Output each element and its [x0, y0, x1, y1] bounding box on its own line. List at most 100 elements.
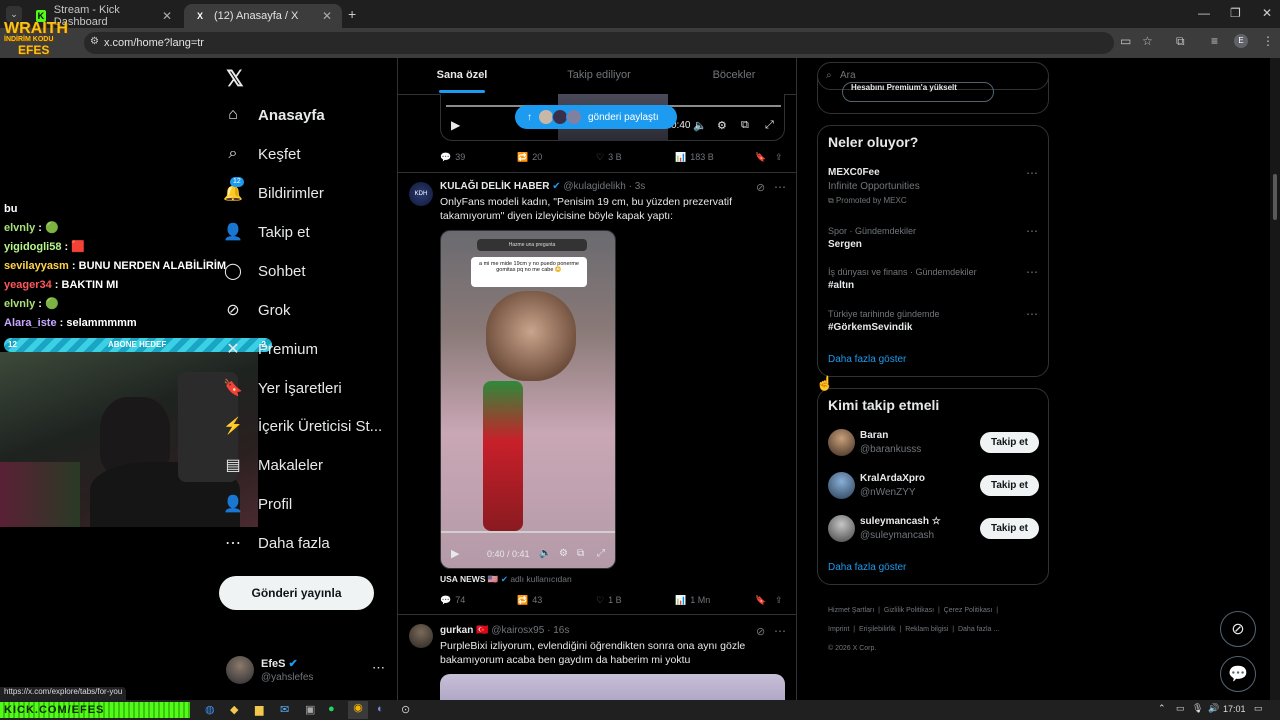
bookmark-button[interactable]: 🔖: [755, 152, 775, 163]
tab-for-you[interactable]: Sana özel: [398, 58, 526, 94]
trend-item[interactable]: Türkiye tarihinde gündemde #GörkemSevindi…: [828, 309, 1038, 333]
grok-explain-icon[interactable]: ⊘: [756, 625, 765, 638]
account-more-icon[interactable]: ⋯: [372, 660, 385, 676]
install-app-icon[interactable]: ▭: [1120, 34, 1131, 48]
like-button[interactable]: ♡ 3 B: [596, 152, 675, 163]
volume-icon[interactable]: 🔊: [1208, 703, 1219, 714]
share-button[interactable]: ⇪: [775, 152, 783, 163]
edge-icon[interactable]: ◍: [205, 703, 215, 716]
trend-more-icon[interactable]: ⋯: [1026, 307, 1038, 321]
nav-item-person-plus[interactable]: 👤 Takip et: [222, 213, 310, 251]
footer-link[interactable]: Gizlilik Politikası: [884, 607, 934, 614]
tweet-avatar[interactable]: KDH: [409, 182, 433, 206]
nav-item-chat[interactable]: ◯ Sohbet: [222, 252, 306, 290]
tweet-video[interactable]: Hazme una pregunta a mi me mide 19cm y n…: [440, 230, 616, 569]
chat-username[interactable]: sevilayyasm: [4, 260, 69, 272]
trend-more-icon[interactable]: ⋯: [1026, 265, 1038, 279]
nav-item-bell[interactable]: 🔔 12 Bildirimler: [222, 174, 324, 212]
views-button[interactable]: 📊 1 Mn: [675, 595, 755, 606]
tweet-image[interactable]: [440, 674, 785, 700]
outlook-icon[interactable]: ✉: [280, 703, 289, 716]
tab-following[interactable]: Takip ediliyor: [535, 58, 663, 94]
chat-username[interactable]: Alara_iste: [4, 317, 57, 329]
tweet-time[interactable]: 16s: [553, 625, 569, 636]
close-tab-icon[interactable]: ✕: [322, 9, 332, 23]
tweet-more-icon[interactable]: ⋯: [774, 624, 786, 638]
follow-button[interactable]: Takip et: [980, 475, 1039, 496]
nav-item-home[interactable]: ⌂ Anasayfa: [222, 96, 325, 134]
tweet-author[interactable]: gurkan 🇹🇷: [440, 625, 489, 636]
clock[interactable]: 17:01: [1223, 704, 1246, 714]
nav-item-bookmark[interactable]: 🔖 Yer İşaretleri: [222, 369, 342, 407]
source-name[interactable]: USA NEWS 🇺🇸: [440, 574, 498, 584]
tweet-more-icon[interactable]: ⋯: [774, 180, 786, 194]
fullscreen-icon[interactable]: ⤢: [765, 119, 774, 132]
pip-icon[interactable]: ⧉: [577, 548, 584, 559]
browser-tab-x[interactable]: X (12) Anasayfa / X ✕: [184, 4, 342, 28]
chat-username[interactable]: yigidogli58: [4, 241, 61, 253]
file-explorer-icon[interactable]: ▆: [255, 703, 263, 716]
nav-item-creator[interactable]: ⚡ İçerik Üreticisi St...: [222, 407, 382, 445]
tweet-handle[interactable]: @kulagidelikh: [563, 181, 625, 192]
new-posts-toast[interactable]: ↑ gönderi paylaştı: [515, 105, 677, 129]
bookmark-star-icon[interactable]: ☆: [1142, 34, 1153, 48]
app-icon[interactable]: ▣: [305, 703, 315, 716]
retweet-button[interactable]: 🔁 20: [517, 152, 596, 163]
fullscreen-icon[interactable]: ⤢: [597, 548, 605, 559]
trend-more-icon[interactable]: ⋯: [1026, 166, 1038, 180]
tweet-handle[interactable]: @kairosx95: [491, 625, 544, 636]
bookmark-button[interactable]: 🔖: [755, 595, 775, 606]
chat-username[interactable]: elvnly: [4, 222, 35, 234]
spotify-icon[interactable]: ●: [328, 703, 335, 715]
who-show-more[interactable]: Daha fazla göster: [828, 562, 906, 573]
footer-link[interactable]: Hizmet Şartları: [828, 607, 874, 614]
settings-icon[interactable]: ⚙: [559, 548, 568, 559]
premium-chip[interactable]: Hesabını Premium'a yükselt: [842, 82, 994, 102]
tray-chevron-icon[interactable]: ⌃: [1158, 703, 1166, 714]
play-icon[interactable]: ▶: [451, 547, 459, 560]
extensions-icon[interactable]: ⧉: [1176, 34, 1185, 49]
grok-fab-icon[interactable]: ⊘: [1220, 611, 1256, 647]
nav-item-profile[interactable]: 👤 Profil: [222, 485, 292, 523]
follow-button[interactable]: Takip et: [980, 518, 1039, 539]
nav-item-article[interactable]: ▤ Makaleler: [222, 446, 323, 484]
reply-button[interactable]: 💬 74: [440, 595, 517, 606]
nav-item-more-circle[interactable]: ⋯ Daha fazla: [222, 524, 330, 562]
video-progress[interactable]: [441, 531, 615, 533]
mic-icon[interactable]: 🎙: [1192, 703, 1203, 714]
nav-item-grok[interactable]: ⊘ Grok: [222, 291, 290, 329]
notifications-icon[interactable]: ▭: [1254, 703, 1263, 714]
footer-link[interactable]: Daha fazla ...: [958, 626, 999, 633]
network-icon[interactable]: ▭: [1176, 703, 1185, 714]
minimize-icon[interactable]: —: [1198, 6, 1210, 20]
browser-menu-icon[interactable]: ⋮: [1262, 34, 1274, 48]
profile-avatar[interactable]: E: [1234, 34, 1248, 48]
trends-show-more[interactable]: Daha fazla göster: [828, 354, 906, 365]
app-icon[interactable]: ⊙: [401, 703, 410, 716]
volume-icon[interactable]: 🔈: [693, 119, 707, 132]
volume-icon[interactable]: 🔈: [539, 548, 551, 559]
close-window-icon[interactable]: ✕: [1262, 6, 1272, 20]
app-icon[interactable]: ◆: [230, 703, 238, 716]
tweet-author[interactable]: KULAĞI DELİK HABER: [440, 181, 549, 192]
tweet-avatar[interactable]: [409, 624, 433, 648]
share-button[interactable]: ⇪: [775, 595, 783, 606]
discord-icon[interactable]: ◐: [377, 703, 384, 715]
reply-button[interactable]: 💬 39: [440, 152, 517, 163]
promoted-trend[interactable]: MEXC0Fee Infinite Opportunities ⧉ Promot…: [828, 167, 1038, 206]
grok-explain-icon[interactable]: ⊘: [756, 181, 765, 194]
site-info-icon[interactable]: ⚙: [90, 36, 99, 47]
chrome-icon[interactable]: ◉: [348, 701, 368, 719]
tab-bocekler[interactable]: Böcekler: [670, 58, 798, 94]
play-icon[interactable]: ▶: [451, 118, 460, 132]
pip-icon[interactable]: ⧉: [741, 119, 749, 132]
scrollbar[interactable]: [1270, 58, 1280, 700]
reading-list-icon[interactable]: ≡: [1211, 34, 1218, 48]
footer-link[interactable]: Çerez Politikası: [944, 607, 993, 614]
post-button[interactable]: Gönderi yayınla: [219, 576, 374, 610]
chat-username[interactable]: elvnly: [4, 298, 35, 310]
like-button[interactable]: ♡ 1 B: [596, 595, 675, 606]
retweet-button[interactable]: 🔁 43: [517, 595, 596, 606]
footer-link[interactable]: Reklam bilgisi: [905, 626, 948, 633]
nav-item-search[interactable]: ⌕ Keşfet: [222, 135, 301, 173]
